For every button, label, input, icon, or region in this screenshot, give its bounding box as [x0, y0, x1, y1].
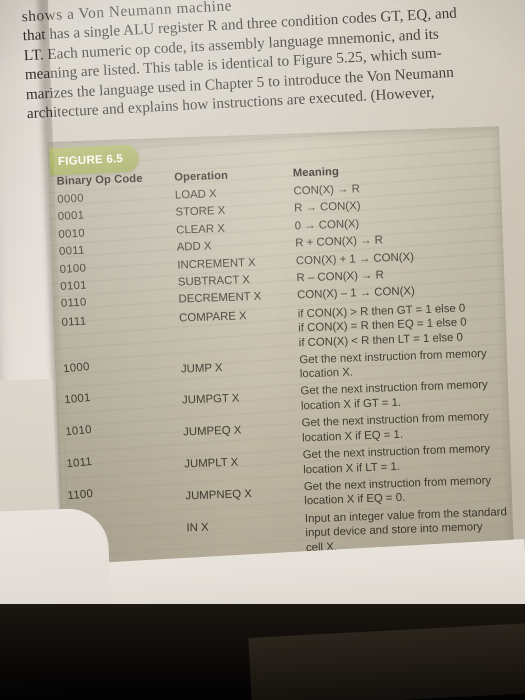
cell-meaning: if CON(X) > R then GT = 1 else 0 if CON(X… — [297, 298, 506, 351]
photo-of-textbook-page: shows a Von Neumann machine that has a s… — [0, 0, 525, 700]
cell-binary-op-code: 1011 — [65, 455, 93, 471]
figure-number-label: FIGURE 6.5 — [57, 152, 124, 169]
cell-binary-op-code: 0111 — [61, 315, 87, 329]
cell-operation: JUMPNEQ X — [185, 487, 253, 503]
cell-binary-op-code: 1000 — [62, 360, 91, 376]
cell-operation: JUMP X — [180, 361, 223, 376]
cell-binary-op-code: 1001 — [63, 392, 92, 407]
cell-operation: JUMPLT X — [184, 456, 239, 471]
cell-operation: COMPARE X — [178, 310, 247, 325]
cell-operation: JUMPGT X — [181, 392, 240, 407]
cell-binary-op-code: 1010 — [64, 424, 93, 439]
cell-operation: JUMPEQ X — [182, 424, 242, 439]
